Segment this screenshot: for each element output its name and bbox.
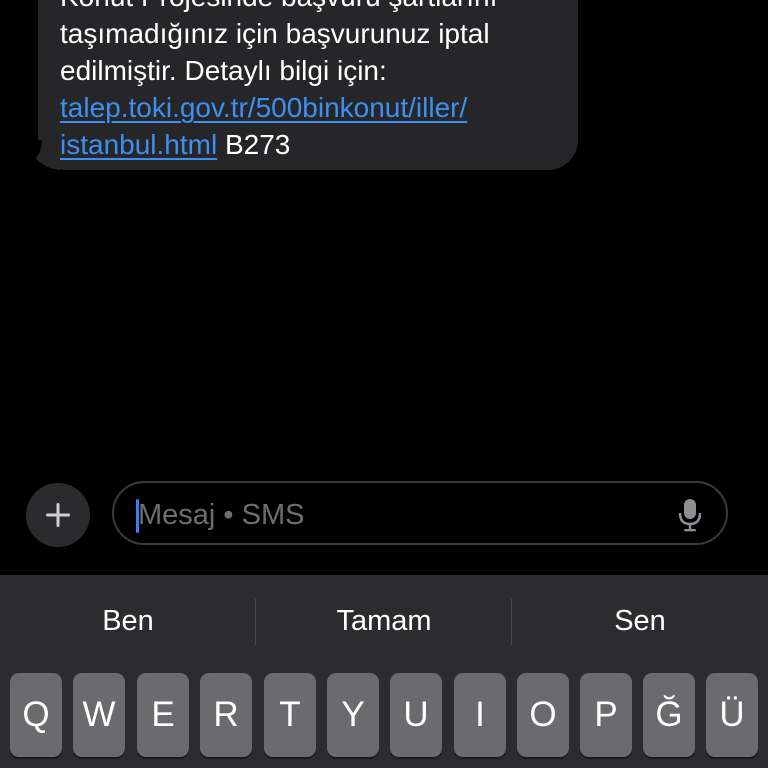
keyboard-row-1: Q W E R T Y U I O P Ğ Ü	[0, 673, 768, 757]
message-line: Konut Projesinde başvuru şartlarını	[60, 0, 570, 15]
message-bubble-tail	[26, 140, 60, 172]
message-link[interactable]: talep.toki.gov.tr/500binkonut/iller/	[60, 92, 467, 123]
key-q[interactable]: Q	[10, 673, 62, 757]
plus-icon	[45, 502, 71, 528]
key-y[interactable]: Y	[327, 673, 379, 757]
suggestion-sen[interactable]: Sen	[512, 603, 768, 639]
key-o[interactable]: O	[517, 673, 569, 757]
key-g-breve[interactable]: Ğ	[643, 673, 695, 757]
messages-screen: Konut Projesinde başvuru şartlarını taşı…	[0, 0, 768, 768]
key-e[interactable]: E	[137, 673, 189, 757]
key-p[interactable]: P	[580, 673, 632, 757]
message-input-placeholder: Mesaj • SMS	[138, 499, 305, 531]
key-r[interactable]: R	[200, 673, 252, 757]
suggestion-tamam[interactable]: Tamam	[256, 603, 512, 639]
key-i[interactable]: I	[454, 673, 506, 757]
message-input[interactable]: Mesaj • SMS	[112, 481, 728, 545]
message-link-continued[interactable]: istanbul.html	[60, 129, 217, 160]
message-line: taşımadığınız için başvurunuz iptal	[60, 18, 490, 49]
message-code: B273	[217, 129, 291, 160]
keyboard: Ben Tamam Sen Q W E R T Y U I O P Ğ Ü	[0, 575, 768, 768]
key-u[interactable]: U	[390, 673, 442, 757]
quicktype-bar: Ben Tamam Sen	[0, 575, 768, 670]
suggestion-ben[interactable]: Ben	[0, 603, 256, 639]
message-text: Konut Projesinde başvuru şartlarını taşı…	[60, 0, 570, 163]
apps-plus-button[interactable]	[26, 483, 90, 547]
message-line: edilmiştir. Detaylı bilgi için:	[60, 55, 387, 86]
key-t[interactable]: T	[264, 673, 316, 757]
key-u-umlaut[interactable]: Ü	[706, 673, 758, 757]
microphone-icon[interactable]	[678, 497, 702, 533]
key-w[interactable]: W	[73, 673, 125, 757]
